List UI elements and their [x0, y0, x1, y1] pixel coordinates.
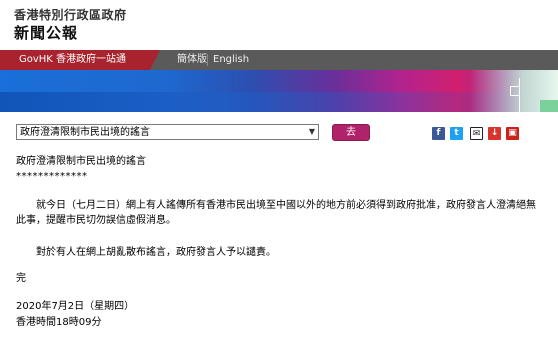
- site-title[interactable]: 新聞公報: [14, 22, 78, 43]
- govhk-link[interactable]: GovHK 香港政府一站通: [0, 50, 160, 70]
- article-select-value: 政府澄清限制市民出境的謠言: [20, 127, 150, 138]
- title-separator: *************: [16, 171, 88, 182]
- release-date: 2020年7月2日（星期四）: [16, 301, 135, 312]
- page-header: 香港特別行政區政府 新聞公報: [0, 0, 558, 46]
- release-time: 香港時間18時09分: [16, 317, 102, 328]
- press-release-title: 政府澄清限制市民出境的謠言: [16, 156, 146, 167]
- banner-square: [510, 86, 520, 96]
- banner-bar: [540, 100, 558, 112]
- english-link[interactable]: English: [213, 50, 249, 70]
- facebook-icon[interactable]: f: [432, 127, 445, 140]
- nav-divider: [207, 54, 208, 66]
- decorative-banner: [0, 70, 558, 112]
- mail-icon[interactable]: ✉: [470, 127, 483, 140]
- chevron-down-icon: ▼: [308, 127, 315, 136]
- save-icon[interactable]: ▣: [506, 127, 519, 140]
- print-icon[interactable]: ↓: [488, 127, 501, 140]
- go-button[interactable]: 去: [332, 124, 370, 141]
- paragraph: 對於有人在網上胡亂散布謠言，政府發言人予以譴責。: [36, 247, 276, 258]
- top-navigation-bar: GovHK 香港政府一站通 簡体版 English: [0, 50, 558, 70]
- twitter-icon[interactable]: t: [450, 127, 463, 140]
- paragraph: 就今日（七月二日）網上有人謠傳所有香港市民出境至中國以外的地方前必須得到政府批准…: [16, 200, 536, 226]
- government-name: 香港特別行政區政府: [14, 8, 127, 22]
- simplified-chinese-link[interactable]: 簡体版: [177, 50, 207, 70]
- end-marker: 完: [16, 273, 26, 284]
- article-select[interactable]: 政府澄清限制市民出境的謠言 ▼: [16, 124, 319, 140]
